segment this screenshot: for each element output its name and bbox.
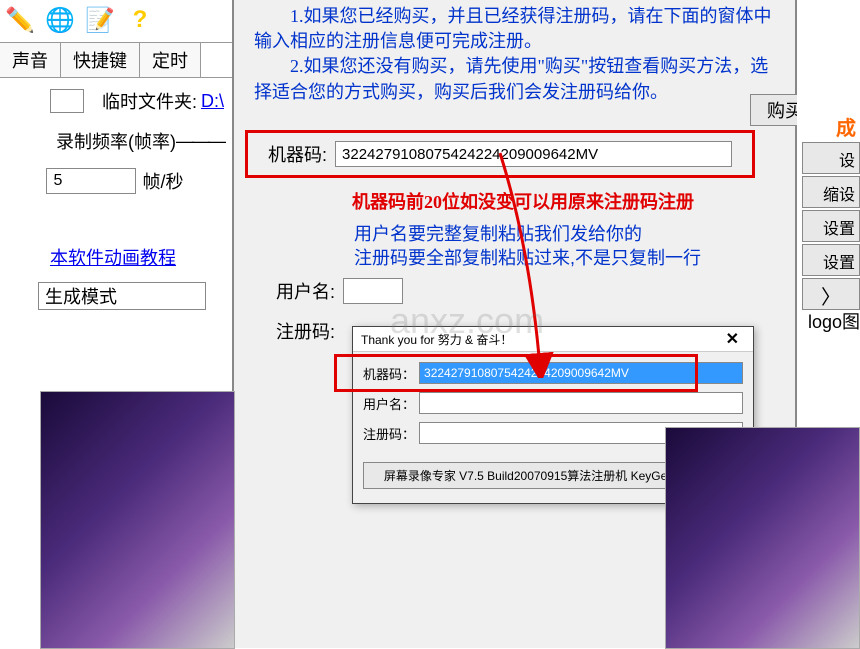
instruction-line2: 2.如果您还没有购买，请先使用"购买"按钮查看购买方法，选择适合您的方式购买，购… (234, 54, 795, 104)
popup-user-label: 用户名： (363, 394, 415, 413)
thumbnail-2[interactable] (665, 427, 860, 649)
tutorial-link[interactable]: 本软件动画教程 (50, 248, 176, 268)
tab-timer[interactable]: 定时 (140, 43, 201, 77)
globe-icon[interactable]: 🌐 (40, 2, 80, 38)
settings-button-1[interactable]: 设 (802, 142, 860, 174)
machine-code-input[interactable] (335, 141, 732, 167)
unknown-small-input[interactable] (50, 89, 84, 113)
popup-user-input[interactable] (419, 392, 743, 414)
settings-button-3[interactable]: 设置 (802, 244, 860, 276)
fps-input[interactable] (46, 168, 136, 194)
tabs-row: 声音 快捷键 定时 (0, 42, 232, 78)
gen-mode-input[interactable] (38, 282, 206, 310)
instruction-line1: 1.如果您已经购买，并且已经获得注册码，请在下面的窗体中输入相应的注册信息便可完… (234, 4, 795, 54)
blue-note-regcode: 注册码要全部复制粘贴过来,不是只复制一行 (354, 244, 701, 270)
compress-settings-button[interactable]: 缩设 (802, 176, 860, 208)
expand-arrow-button[interactable]: 〉 (802, 278, 860, 310)
edit-doc-icon[interactable]: 📝 (80, 2, 120, 38)
orange-char: 成 (836, 112, 856, 141)
freq-label: 录制频率(帧率) (56, 128, 176, 154)
machine-code-label: 机器码: (268, 141, 327, 167)
left-panel: 临时文件夹: D:\ 录制频率(帧率) ——— 帧/秒 本软件动画教程 (0, 88, 230, 310)
temp-folder-label: 临时文件夹: (102, 88, 197, 114)
logo-label: logo图 (808, 308, 860, 334)
settings-button-2[interactable]: 设置 (802, 210, 860, 242)
toolbar: ✏️ 🌐 📝 ? (0, 2, 160, 38)
popup-title-text: Thank you for 努力 & 奋斗！ (361, 331, 512, 348)
tab-hotkey[interactable]: 快捷键 (61, 43, 140, 77)
blue-note-username: 用户名要完整复制粘贴我们发给你的 (354, 220, 642, 246)
pencil-icon[interactable]: ✏️ (0, 2, 40, 38)
temp-folder-path-link[interactable]: D:\ (201, 91, 224, 112)
popup-machine-input[interactable] (419, 362, 743, 384)
regcode-label: 注册码: (276, 318, 335, 344)
popup-reg-label: 注册码： (363, 424, 415, 443)
username-input[interactable] (343, 278, 403, 304)
username-label: 用户名: (276, 278, 335, 304)
popup-machine-label: 机器码： (363, 364, 415, 383)
tab-sound[interactable]: 声音 (0, 43, 61, 77)
close-icon[interactable]: ✕ (720, 329, 745, 349)
red-note: 机器码前20位如没变可以用原来注册码注册 (352, 188, 694, 214)
machine-code-highlight: 机器码: (245, 130, 755, 178)
thumbnail-1[interactable] (40, 391, 235, 649)
help-icon[interactable]: ? (120, 2, 160, 38)
fps-unit-label: 帧/秒 (142, 168, 183, 194)
